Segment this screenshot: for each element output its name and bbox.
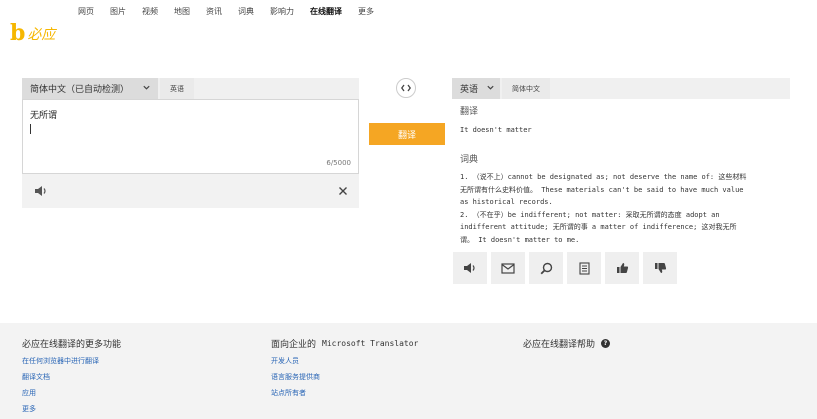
nav-influence[interactable]: 影响力 bbox=[270, 6, 294, 17]
document-icon[interactable] bbox=[567, 252, 601, 284]
chevron-down-icon bbox=[142, 83, 151, 94]
nav-more[interactable]: 更多 bbox=[358, 6, 374, 17]
footer-heading: 必应在线翻译帮助 ? bbox=[523, 337, 611, 350]
thumbs-up-icon[interactable] bbox=[605, 252, 639, 284]
bing-logo[interactable]: b 必应 bbox=[10, 22, 55, 44]
source-language-label: 简体中文（已自动检测） bbox=[30, 85, 130, 95]
swap-languages-button[interactable] bbox=[396, 78, 416, 98]
thumbs-down-icon[interactable] bbox=[643, 252, 677, 284]
nav-images[interactable]: 图片 bbox=[110, 6, 126, 17]
source-text: 无所谓 bbox=[30, 111, 58, 121]
target-output: 翻译 It doesn't matter 词典 1. （说不上）cannot b… bbox=[460, 104, 790, 246]
mail-icon[interactable] bbox=[491, 252, 525, 284]
footer-column-business: 面向企业的 Microsoft Translator 开发人员 语言服务提供商 … bbox=[271, 337, 418, 404]
footer-link-site-owners[interactable]: 站点所有者 bbox=[271, 388, 418, 398]
footer-heading: 必应在线翻译的更多功能 bbox=[22, 337, 121, 350]
source-toolbar bbox=[22, 174, 359, 208]
chevron-down-icon bbox=[486, 83, 495, 94]
footer-link-browser[interactable]: 在任何浏览器中进行翻译 bbox=[22, 356, 121, 366]
nav-videos[interactable]: 视频 bbox=[142, 6, 158, 17]
target-language-label: 英语 bbox=[460, 85, 479, 95]
source-language-select[interactable]: 简体中文（已自动检测） bbox=[22, 78, 158, 99]
footer: 必应在线翻译的更多功能 在任何浏览器中进行翻译 翻译文档 应用 更多 面向企业的… bbox=[0, 323, 817, 419]
nav-web[interactable]: 网页 bbox=[78, 6, 94, 17]
nav-translator[interactable]: 在线翻译 bbox=[310, 6, 342, 17]
target-language-bar: 英语 简体中文 bbox=[452, 78, 790, 99]
help-icon[interactable]: ? bbox=[601, 339, 611, 348]
footer-link-more[interactable]: 更多 bbox=[22, 404, 121, 414]
close-icon[interactable] bbox=[330, 178, 356, 204]
footer-link-lsp[interactable]: 语言服务提供商 bbox=[271, 372, 418, 382]
speaker-icon[interactable] bbox=[453, 252, 487, 284]
character-counter: 6/5000 bbox=[326, 159, 351, 167]
target-language-select[interactable]: 英语 bbox=[452, 78, 500, 99]
footer-heading: 面向企业的 Microsoft Translator bbox=[271, 337, 418, 350]
dictionary-line: as historical records. bbox=[460, 198, 553, 206]
source-text-input[interactable]: 无所谓 6/5000 bbox=[22, 99, 359, 174]
dictionary-line: 1. （说不上）cannot be designated as; not des… bbox=[460, 173, 747, 181]
target-tab-chinese[interactable]: 简体中文 bbox=[502, 78, 550, 99]
source-tab-english[interactable]: 英语 bbox=[160, 78, 194, 99]
footer-heading-prefix: 面向企业的 bbox=[271, 340, 317, 350]
dictionary-line: 谓。 It doesn't matter to me. bbox=[460, 235, 580, 244]
nav-news[interactable]: 资讯 bbox=[206, 6, 222, 17]
footer-column-help: 必应在线翻译帮助 ? bbox=[523, 337, 611, 356]
nav-maps[interactable]: 地图 bbox=[174, 6, 190, 17]
logo-text: 必应 bbox=[27, 27, 56, 43]
footer-link-developers[interactable]: 开发人员 bbox=[271, 356, 418, 366]
dictionary-line: 无所谓有什么史料价值。 These materials can't be sai… bbox=[460, 185, 744, 194]
dictionary-heading: 词典 bbox=[460, 155, 479, 165]
dictionary-entries: 1. （说不上）cannot be designated as; not des… bbox=[460, 171, 785, 246]
footer-link-apps[interactable]: 应用 bbox=[22, 388, 121, 398]
search-icon[interactable] bbox=[529, 252, 563, 284]
text-caret bbox=[30, 124, 31, 134]
dictionary-line: indifferent attitude; 无所谓的事 a matter of … bbox=[460, 223, 737, 231]
translate-button[interactable]: 翻译 bbox=[369, 123, 445, 145]
source-language-bar: 简体中文（已自动检测） 英语 bbox=[22, 78, 359, 99]
footer-heading-text: 必应在线翻译帮助 bbox=[523, 340, 596, 350]
speaker-icon[interactable] bbox=[28, 178, 54, 204]
logo-mark: b bbox=[10, 20, 26, 46]
footer-heading-product: Microsoft Translator bbox=[322, 339, 419, 348]
footer-heading-text: 必应在线翻译的更多功能 bbox=[22, 340, 122, 350]
translation-result: It doesn't matter bbox=[460, 126, 532, 134]
top-nav: 网页 图片 视频 地图 资讯 词典 影响力 在线翻译 更多 bbox=[78, 6, 390, 17]
nav-dictionary[interactable]: 词典 bbox=[238, 6, 254, 17]
translation-heading: 翻译 bbox=[460, 107, 479, 117]
footer-link-documents[interactable]: 翻译文档 bbox=[22, 372, 121, 382]
dictionary-line: 2. （不在乎）be indifferent; not matter: 采取无所… bbox=[460, 210, 720, 219]
footer-column-features: 必应在线翻译的更多功能 在任何浏览器中进行翻译 翻译文档 应用 更多 bbox=[22, 337, 121, 419]
target-toolbar bbox=[453, 252, 677, 284]
